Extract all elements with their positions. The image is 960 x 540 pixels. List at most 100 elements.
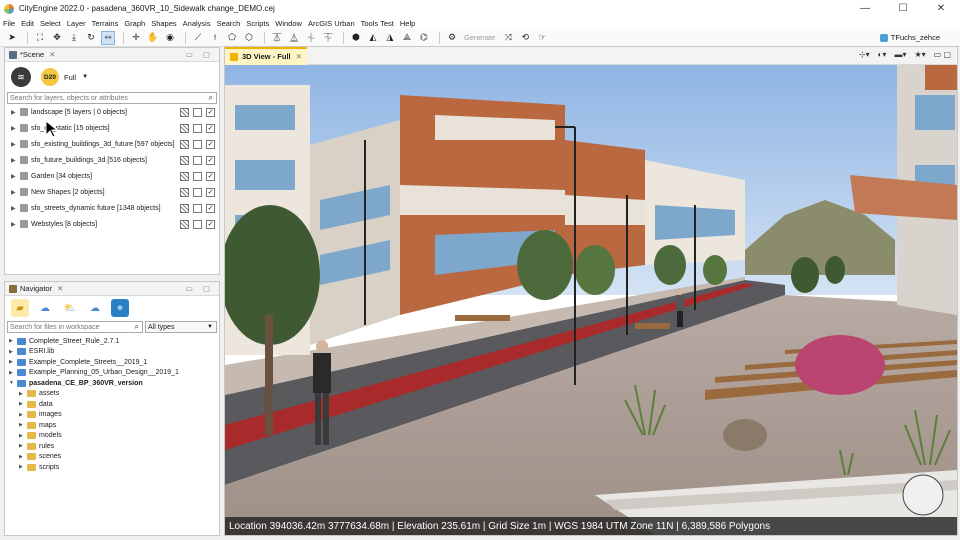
layer-select-toggle[interactable] [193, 156, 202, 165]
3d-scene-render[interactable] [225, 65, 957, 535]
layer-row[interactable]: ▶ Webstyles [8 objects] ✓ [5, 216, 219, 232]
road-merge-tool-icon[interactable]: ⏆ [304, 31, 318, 45]
panel-min-max-icon[interactable]: ▭ ▢ [186, 284, 214, 293]
layer-visible-checkbox[interactable]: ✓ [206, 156, 215, 165]
layers-stack-icon[interactable]: ≋ [11, 67, 31, 87]
road-split-tool-icon[interactable]: ⏅ [287, 31, 301, 45]
move-tool-icon[interactable]: ✥ [50, 31, 64, 45]
layer-lock-toggle[interactable] [180, 220, 189, 229]
shape-edit-tool-icon[interactable]: ⬡ [242, 31, 256, 45]
drop-tool-icon[interactable]: ⤓ [67, 31, 81, 45]
generate-button[interactable]: Generate [464, 33, 495, 42]
layer-lock-toggle[interactable] [180, 156, 189, 165]
layer-visible-checkbox[interactable]: ✓ [206, 220, 215, 229]
layer-visible-checkbox[interactable]: ✓ [206, 172, 215, 181]
collapsed-arrow-icon[interactable]: ▶ [9, 349, 15, 355]
folder-item[interactable]: ▶ assets [9, 389, 219, 400]
collapsed-arrow-icon[interactable]: ▶ [9, 359, 15, 365]
lot-tool-icon[interactable]: ⬢ [349, 31, 363, 45]
layer-row[interactable]: ▶ sfo_streets_dynamic future [1348 object… [5, 200, 219, 216]
layer-row[interactable]: ▶ sfo_existing_buildings_3d_future [597 o… [5, 136, 219, 152]
minimize-button[interactable]: — [846, 0, 884, 17]
menu-file[interactable]: File [3, 19, 15, 28]
graph-tool-icon[interactable]: ⌬ [417, 31, 431, 45]
street-tool-icon[interactable]: ⟋ [191, 31, 205, 45]
expand-arrow-icon[interactable]: ▶ [11, 173, 17, 180]
pan-tool-icon[interactable]: ✋ [146, 31, 160, 45]
menu-help[interactable]: Help [400, 19, 415, 28]
collapsed-arrow-icon[interactable]: ▶ [19, 443, 25, 449]
layer-row[interactable]: ▶ sfo_ex_static [15 objects] ✓ [5, 120, 219, 136]
collapsed-arrow-icon[interactable]: ▶ [9, 370, 15, 376]
shuffle-icon[interactable]: ⤨ [501, 31, 515, 45]
reset-icon[interactable]: ⟲ [518, 31, 532, 45]
menu-arcgis-urban[interactable]: ArcGIS Urban [308, 19, 355, 28]
layer-row[interactable]: ▶ Garden [34 objects] ✓ [5, 168, 219, 184]
expand-arrow-icon[interactable]: ▶ [11, 189, 17, 196]
expand-arrow-icon[interactable]: ▶ [11, 205, 17, 212]
expand-arrow-icon[interactable]: ▶ [11, 157, 17, 164]
cloud-upload-icon[interactable]: ☁ [36, 299, 54, 317]
file-search-input[interactable]: Search for files in workspace ⌕ [7, 321, 143, 333]
type-filter-select[interactable]: All types ▼ [145, 321, 217, 333]
collapsed-arrow-icon[interactable]: ▶ [19, 401, 25, 407]
layer-select-toggle[interactable] [193, 204, 202, 213]
close-icon[interactable]: ✕ [57, 284, 63, 293]
layer-row[interactable]: ▶ New Shapes [2 objects] ✓ [5, 184, 219, 200]
layer-visible-checkbox[interactable]: ✓ [206, 124, 215, 133]
block-tool-icon[interactable]: ◭ [366, 31, 380, 45]
close-icon[interactable]: ✕ [296, 52, 302, 61]
layer-visible-checkbox[interactable]: ✓ [206, 140, 215, 149]
cleanup-tool-icon[interactable]: ⟁ [400, 31, 414, 45]
layer-select-toggle[interactable] [193, 124, 202, 133]
folder-item[interactable]: ▶ maps [9, 420, 219, 431]
camera-nav-icon[interactable]: ⊹▾ [859, 50, 870, 59]
close-icon[interactable]: ✕ [49, 50, 55, 59]
menu-terrains[interactable]: Terrains [92, 19, 119, 28]
layer-lock-toggle[interactable] [180, 108, 189, 117]
project-item[interactable]: ▶ ESRI.lib [9, 347, 219, 358]
scene-tab[interactable]: *Scene ✕ ▭ ▢ [5, 48, 219, 62]
camera-bookmark-icon[interactable]: ▬▾ [894, 50, 906, 59]
cloud-share-icon[interactable]: ⛅ [61, 299, 79, 317]
project-item[interactable]: ▶ Example_Complete_Streets__2019_1 [9, 357, 219, 368]
road-align-tool-icon[interactable]: ⏇ [321, 31, 335, 45]
select-tool-icon[interactable]: ➤ [5, 31, 19, 45]
menu-analysis[interactable]: Analysis [183, 19, 211, 28]
collapsed-arrow-icon[interactable]: ▶ [19, 422, 25, 428]
layer-visible-checkbox[interactable]: ✓ [206, 108, 215, 117]
navigate-tool-icon[interactable]: ✛ [129, 31, 143, 45]
menu-shapes[interactable]: Shapes [151, 19, 176, 28]
terrain-tool-icon[interactable]: ◮ [383, 31, 397, 45]
collapsed-arrow-icon[interactable]: ▶ [19, 433, 25, 439]
orbit-tool-icon[interactable]: ◉ [163, 31, 177, 45]
d20-badge[interactable]: D20 [41, 68, 59, 86]
measure-tool-icon[interactable]: ⇿ [101, 30, 115, 45]
folder-item[interactable]: ▶ rules [9, 441, 219, 452]
layer-lock-toggle[interactable] [180, 204, 189, 213]
layer-lock-toggle[interactable] [180, 188, 189, 197]
menu-graph[interactable]: Graph [124, 19, 145, 28]
menu-select[interactable]: Select [40, 19, 61, 28]
menu-search[interactable]: Search [217, 19, 241, 28]
collapsed-arrow-icon[interactable]: ▶ [19, 464, 25, 470]
navigator-tab[interactable]: Navigator ✕ ▭ ▢ [5, 282, 219, 296]
folder-item[interactable]: ▶ models [9, 431, 219, 442]
urban-icon[interactable]: ⊕ [111, 299, 129, 317]
menu-scripts[interactable]: Scripts [246, 19, 269, 28]
expand-arrow-icon[interactable]: ▶ [11, 221, 17, 228]
layer-select-toggle[interactable] [193, 220, 202, 229]
project-item[interactable]: ▶ Example_Planning_05_Urban_Design__2019_… [9, 368, 219, 379]
chevron-down-icon[interactable]: ▼ [82, 74, 88, 80]
layer-lock-toggle[interactable] [180, 172, 189, 181]
generate-icon[interactable]: ⚙ [445, 31, 459, 45]
layer-visible-checkbox[interactable]: ✓ [206, 204, 215, 213]
compass-icon[interactable] [902, 474, 944, 516]
layer-row[interactable]: ▶ landscape [5 layers | 0 objects] ✓ [5, 104, 219, 120]
collapsed-arrow-icon[interactable]: ▶ [19, 412, 25, 418]
folder-item[interactable]: ▶ images [9, 410, 219, 421]
menu-edit[interactable]: Edit [21, 19, 34, 28]
layer-lock-toggle[interactable] [180, 140, 189, 149]
viewport-tab[interactable]: 3D View - Full ✕ [225, 46, 307, 65]
expand-arrow-icon[interactable]: ▶ [11, 109, 17, 116]
